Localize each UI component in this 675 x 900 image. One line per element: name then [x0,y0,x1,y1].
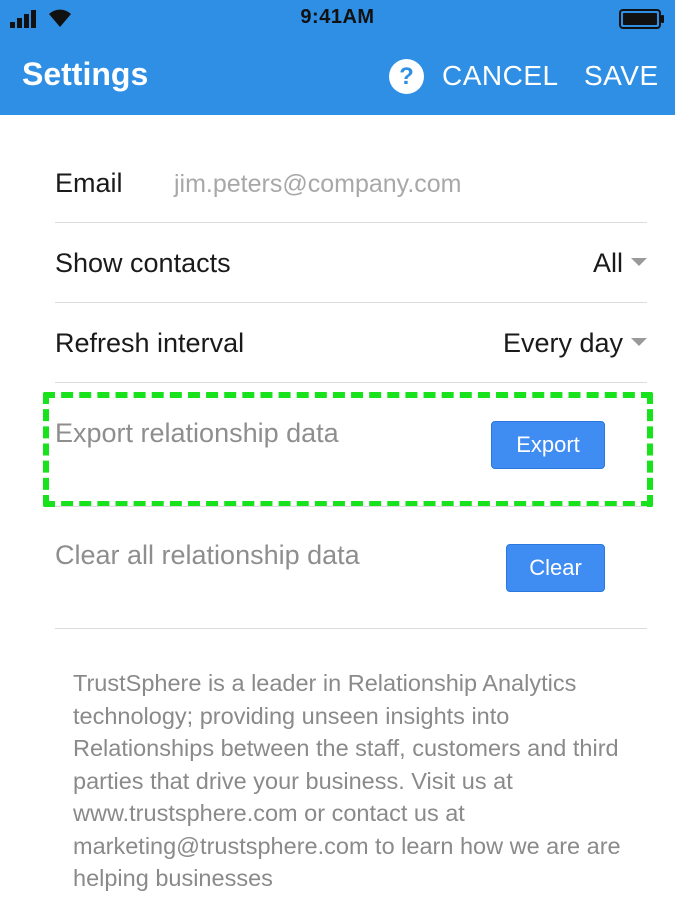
cancel-button[interactable]: CANCEL [442,60,559,92]
show-contacts-row[interactable]: Show contacts All [55,248,647,288]
clear-row: Clear all relationship data Clear [55,540,647,600]
refresh-interval-select[interactable]: Every day [503,328,623,359]
status-bar: 9:41AM [0,0,675,38]
dropdown-caret-icon [631,258,647,266]
status-time: 9:41AM [300,6,375,28]
page-title: Settings [22,56,149,92]
about-text: TrustSphere is a leader in Relationship … [73,670,621,891]
clear-label: Clear all relationship data [55,540,360,570]
divider [55,382,647,383]
dropdown-caret-icon [631,338,647,346]
refresh-interval-row[interactable]: Refresh interval Every day [55,328,647,368]
refresh-interval-label: Refresh interval [55,328,245,358]
email-label: Email [55,168,123,198]
divider [55,222,647,223]
divider [55,628,647,629]
show-contacts-label: Show contacts [55,248,231,278]
battery-icon [619,9,664,29]
save-button[interactable]: SAVE [584,60,659,92]
divider [55,302,647,303]
help-icon[interactable]: ? [389,59,424,94]
highlight-box [43,392,653,507]
settings-screen: 9:41AM Settings ? CANCEL SAVE Email jim.… [0,0,675,900]
email-field[interactable]: jim.peters@company.com [174,170,462,199]
top-bar: 9:41AM Settings ? CANCEL SAVE [0,0,675,115]
divider [55,506,647,507]
show-contacts-select[interactable]: All [593,248,623,279]
clear-button[interactable]: Clear [506,544,605,592]
email-row: Email jim.peters@company.com [55,168,647,208]
